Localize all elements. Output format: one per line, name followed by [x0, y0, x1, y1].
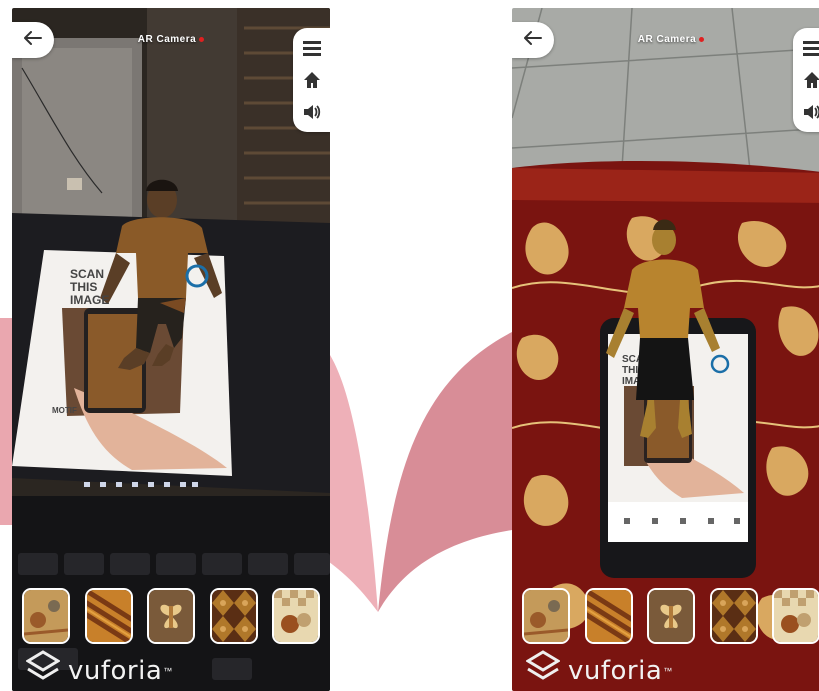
- ar-camera-text: AR Camera: [637, 34, 697, 45]
- back-button[interactable]: [12, 22, 54, 58]
- vuforia-wordmark: vuforia: [68, 655, 163, 686]
- home-icon[interactable]: [301, 69, 323, 91]
- svg-text:THI: THI: [622, 365, 638, 376]
- motif-thumbnail-3[interactable]: [147, 588, 195, 644]
- motif-thumbnail-2[interactable]: [584, 588, 633, 644]
- vuforia-trademark: ™: [663, 665, 673, 676]
- side-toolbar: [793, 28, 819, 132]
- motif-thumbnail-3[interactable]: [647, 588, 695, 644]
- svg-text:THIS: THIS: [70, 280, 97, 294]
- motif-thumbnail-1[interactable]: [22, 588, 70, 644]
- motif-thumbnail-4[interactable]: [209, 588, 258, 644]
- ar-camera-label: AR Camera: [12, 34, 330, 45]
- ar-camera-text: AR Camera: [137, 34, 197, 45]
- ar-camera-label: AR Camera: [512, 34, 819, 45]
- vuforia-logo-icon: [25, 650, 61, 691]
- motif-thumbnail-1[interactable]: [522, 588, 570, 644]
- back-arrow-icon: [24, 30, 42, 50]
- vuforia-logo-icon: [525, 650, 561, 691]
- sound-icon[interactable]: [801, 101, 819, 123]
- svg-text:MOTIF: MOTIF: [52, 406, 77, 415]
- back-arrow-icon: [524, 30, 542, 50]
- menu-icon[interactable]: [801, 37, 819, 59]
- back-button[interactable]: [512, 22, 554, 58]
- vuforia-logo: vuforia ™: [25, 650, 173, 691]
- motif-thumbnail-strip: [522, 588, 819, 648]
- motif-thumbnail-5[interactable]: [272, 588, 320, 644]
- svg-text:IMAGE: IMAGE: [70, 293, 109, 307]
- vuforia-logo: vuforia ™: [525, 650, 673, 691]
- ar-screen-right: SCAN THI IMA AR Camera vuforia ™: [512, 8, 819, 691]
- menu-icon[interactable]: [301, 37, 323, 59]
- motif-thumbnail-5[interactable]: [772, 588, 819, 644]
- svg-text:SCAN: SCAN: [70, 267, 104, 281]
- motif-thumbnail-2[interactable]: [84, 588, 133, 644]
- recording-dot-icon: [699, 36, 705, 42]
- vuforia-trademark: ™: [163, 665, 173, 676]
- motif-thumbnail-strip: [22, 588, 320, 648]
- side-toolbar: [293, 28, 330, 132]
- sound-icon[interactable]: [301, 101, 323, 123]
- vuforia-wordmark: vuforia: [568, 655, 663, 686]
- home-icon[interactable]: [801, 69, 819, 91]
- recording-dot-icon: [199, 36, 205, 42]
- motif-thumbnail-4[interactable]: [709, 588, 758, 644]
- ar-screen-left: SCAN THIS IMAGE MOTIF AR Camera vuforia …: [12, 8, 330, 691]
